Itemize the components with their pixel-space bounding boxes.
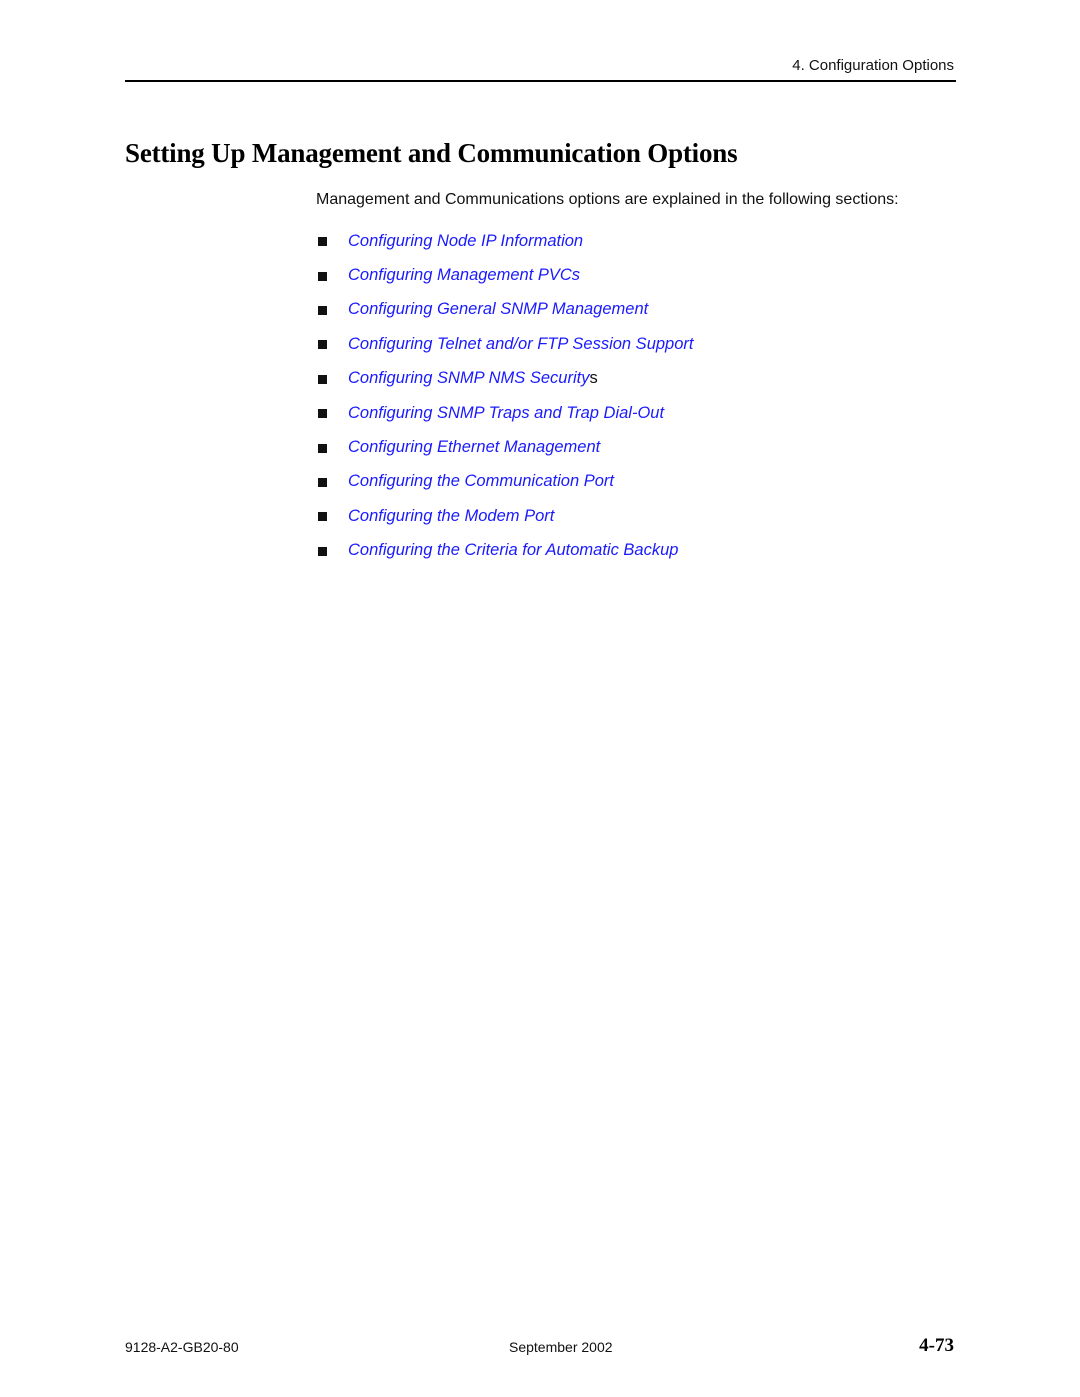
list-item: Configuring Management PVCs xyxy=(318,258,693,292)
square-bullet-icon xyxy=(318,237,327,247)
square-bullet-icon xyxy=(318,443,327,453)
square-bullet-icon xyxy=(318,340,327,350)
link-snmp-traps-dial-out[interactable]: Configuring SNMP Traps and Trap Dial-Out xyxy=(348,404,664,423)
list-item: Configuring Telnet and/or FTP Session Su… xyxy=(318,327,693,361)
square-bullet-icon xyxy=(318,477,327,487)
page-number: 4-73 xyxy=(919,1335,954,1356)
running-head: 4. Configuration Options xyxy=(792,57,954,74)
list-item: Configuring the Modem Port xyxy=(318,499,693,533)
link-telnet-ftp-session-support[interactable]: Configuring Telnet and/or FTP Session Su… xyxy=(348,335,693,354)
square-bullet-icon xyxy=(318,374,327,384)
section-link-list: Configuring Node IP Information Configur… xyxy=(318,224,693,568)
link-suffix: s xyxy=(589,369,598,388)
link-management-pvcs[interactable]: Configuring Management PVCs xyxy=(348,266,580,285)
square-bullet-icon xyxy=(318,512,327,522)
link-node-ip-information[interactable]: Configuring Node IP Information xyxy=(348,232,583,251)
list-item: Configuring Ethernet Management xyxy=(318,430,693,464)
link-communication-port[interactable]: Configuring the Communication Port xyxy=(348,472,614,491)
link-modem-port[interactable]: Configuring the Modem Port xyxy=(348,507,554,526)
list-item: Configuring SNMP NMS Security s xyxy=(318,362,693,396)
footer-date: September 2002 xyxy=(509,1339,613,1355)
link-snmp-nms-security[interactable]: Configuring SNMP NMS Security xyxy=(348,369,589,388)
square-bullet-icon xyxy=(318,546,327,556)
list-item: Configuring SNMP Traps and Trap Dial-Out xyxy=(318,396,693,430)
square-bullet-icon xyxy=(318,305,327,315)
link-general-snmp-management[interactable]: Configuring General SNMP Management xyxy=(348,300,648,319)
square-bullet-icon xyxy=(318,271,327,281)
list-item: Configuring the Criteria for Automatic B… xyxy=(318,534,693,568)
header-rule xyxy=(125,80,956,82)
list-item: Configuring the Communication Port xyxy=(318,465,693,499)
list-item: Configuring Node IP Information xyxy=(318,224,693,258)
link-ethernet-management[interactable]: Configuring Ethernet Management xyxy=(348,438,600,457)
link-automatic-backup-criteria[interactable]: Configuring the Criteria for Automatic B… xyxy=(348,541,678,560)
footer-doc-number: 9128-A2-GB20-80 xyxy=(125,1339,239,1355)
square-bullet-icon xyxy=(318,409,327,419)
list-item: Configuring General SNMP Management xyxy=(318,293,693,327)
section-title: Setting Up Management and Communication … xyxy=(125,138,738,168)
intro-paragraph: Management and Communications options ar… xyxy=(316,191,899,208)
